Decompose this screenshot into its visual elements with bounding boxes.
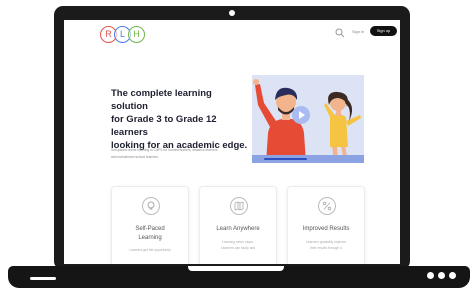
card-title-line: Improved Results (302, 226, 350, 232)
hero-title-line: The complete learning solution (111, 88, 212, 112)
card-title: Learn Anywhere (200, 225, 276, 234)
webcam-dot (229, 10, 235, 16)
card-text-line: Learners gradually improve (306, 240, 346, 244)
map-icon (230, 197, 248, 215)
card-title-line: Learn Anywhere (216, 226, 260, 232)
hero-title: The complete learning solution for Grade… (111, 87, 251, 152)
hero-subtitle-line: and mainstream school learners. (111, 155, 159, 159)
card-text-line: their results through a (310, 246, 342, 250)
laptop-screen: R L H Sign in Sign up The complete learn… (64, 20, 400, 264)
sign-in-link[interactable]: Sign in (352, 29, 364, 34)
sign-up-button[interactable]: Sign up (370, 26, 397, 36)
rlh-logo[interactable]: R L H (100, 26, 145, 43)
feature-card-self-paced[interactable]: Self-Paced Learning Learners get the opp… (111, 186, 189, 264)
base-slot (30, 277, 56, 280)
lightbulb-icon (142, 197, 160, 215)
site-header: R L H Sign in Sign up (64, 20, 400, 46)
feature-card-learn-anywhere[interactable]: Learn Anywhere Learning never stops. Lea… (199, 186, 277, 264)
hero-title-line: for Grade 3 to Grade 12 learners (111, 114, 217, 138)
hero-subtitle-line: Self-paced online learning in CAPS for h… (111, 148, 218, 152)
card-title: Self-Paced Learning (112, 225, 188, 243)
card-description: Learners get the opportunity (118, 247, 182, 253)
card-title-line: Learning (138, 235, 162, 241)
dot (438, 272, 445, 279)
card-text-line: Learning never stops. (222, 240, 254, 244)
dot (449, 272, 456, 279)
hero-subtitle: Self-paced online learning in CAPS for h… (111, 147, 231, 161)
dot (427, 272, 434, 279)
hero-video-player[interactable] (252, 75, 364, 163)
card-description: Learners gradually improve their results… (294, 239, 358, 251)
video-progress-bar[interactable] (264, 158, 307, 160)
card-title-line: Self-Paced (135, 226, 165, 232)
card-text-line: Learners can study and (220, 246, 256, 250)
base-dots (427, 272, 456, 279)
feature-card-improved-results[interactable]: Improved Results Learners gradually impr… (287, 186, 365, 264)
card-description: Learning never stops. Learners can study… (206, 239, 270, 251)
laptop-base (8, 266, 470, 288)
base-notch (188, 266, 284, 271)
video-control-bar[interactable] (252, 155, 364, 163)
laptop-lid: R L H Sign in Sign up The complete learn… (54, 6, 410, 270)
girl-illustration (324, 91, 361, 163)
card-title: Improved Results (288, 225, 364, 234)
percent-icon (318, 197, 336, 215)
search-icon[interactable] (335, 28, 345, 38)
logo-letter-h: H (128, 26, 145, 43)
card-text-line: Learners get the opportunity (129, 248, 171, 252)
